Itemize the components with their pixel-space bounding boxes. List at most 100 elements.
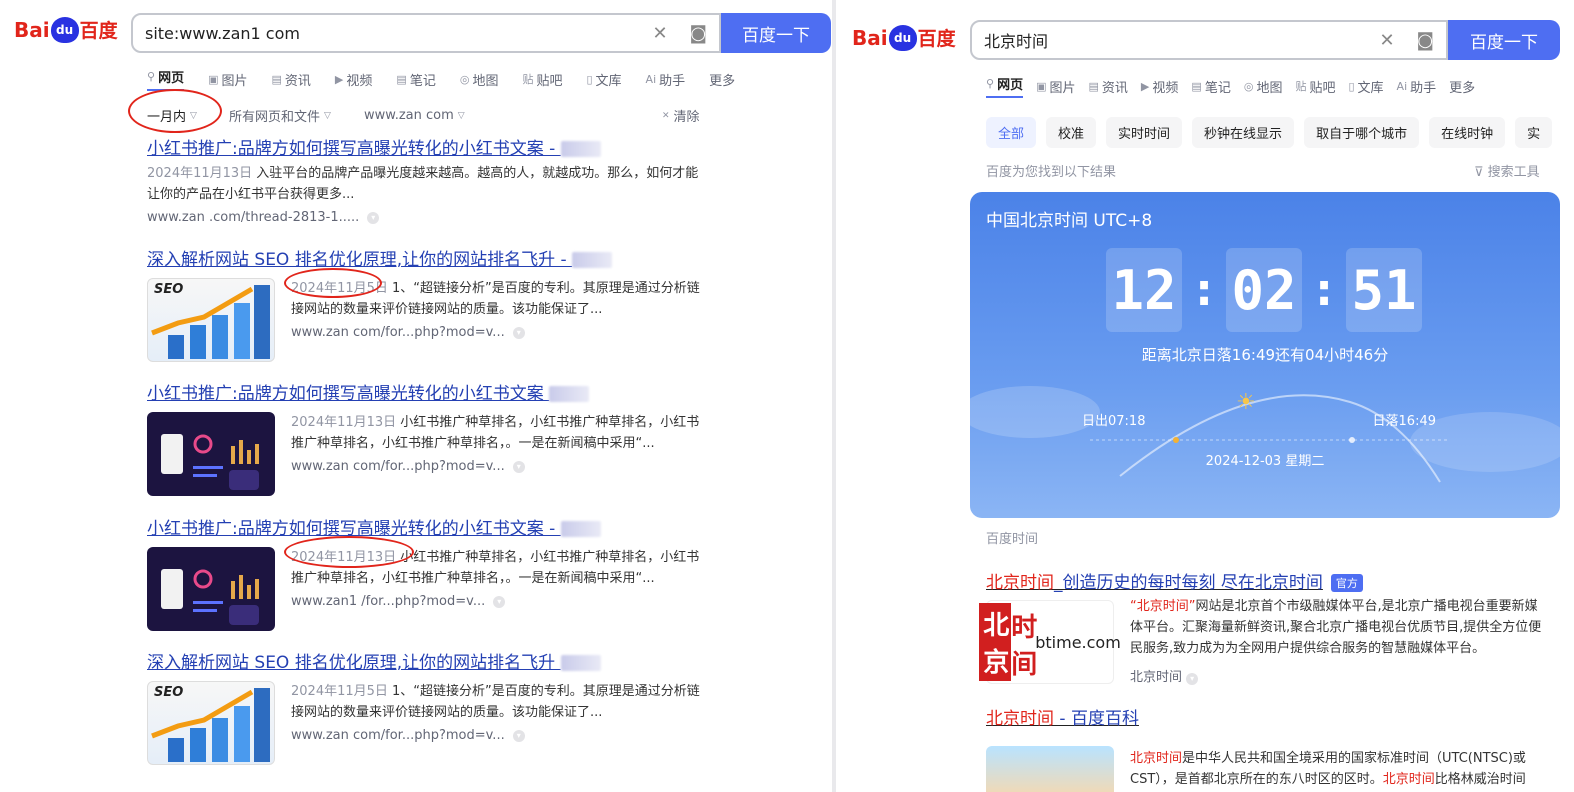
- blurred-text: [560, 141, 601, 157]
- sun-icon: ☀: [1236, 390, 1256, 415]
- clock-hours: 12: [1106, 248, 1182, 332]
- result-url[interactable]: www.zan com/for...php?mod=v... ▾: [291, 459, 707, 474]
- ai-icon: Ai: [1396, 79, 1408, 93]
- search-result: 深入解析网站 SEO 排名优化原理,让你的网站排名飞升 SEO 2024年11月…: [147, 648, 707, 765]
- sunset-time: 日落16:49: [1372, 414, 1436, 429]
- tab-web[interactable]: ⚲ 网页: [986, 74, 1024, 98]
- tab-images[interactable]: ▣ 图片: [208, 67, 247, 91]
- pill-online-clock[interactable]: 在线时钟: [1429, 117, 1506, 148]
- baike-thumbnail[interactable]: [986, 746, 1114, 792]
- search-result: 小红书推广:品牌方如何撰写高曝光转化的小红书文案 - 2024年11月13日 入…: [147, 134, 707, 225]
- tab-video[interactable]: ▶ 视频: [335, 67, 372, 91]
- result-url[interactable]: www.zan .com/thread-2813-1..... ▾: [147, 210, 707, 225]
- result-site[interactable]: 北京时间 ▾: [1130, 666, 1199, 685]
- sunrise-time: 日出07:18: [1082, 414, 1146, 429]
- result-title[interactable]: 深入解析网站 SEO 排名优化原理,让你的网站排名飞升: [147, 648, 707, 673]
- pill-more[interactable]: 实: [1515, 117, 1553, 148]
- chevron-down-icon[interactable]: ▾: [367, 211, 380, 224]
- chevron-down-icon[interactable]: ▾: [1186, 673, 1199, 685]
- chevron-down-icon[interactable]: ▾: [512, 729, 525, 742]
- result-title[interactable]: 小红书推广:品牌方如何撰写高曝光转化的小红书文案 -: [147, 134, 707, 159]
- clock-title: 中国北京时间 UTC+8: [986, 211, 1153, 231]
- result-title[interactable]: 北京时间 - 百度百科: [986, 704, 1139, 729]
- tab-notes[interactable]: ▤ 笔记: [396, 67, 435, 91]
- btime-logo[interactable]: 北京 时间 btime.com: [979, 600, 1121, 684]
- paw-icon: du: [888, 24, 917, 51]
- chevron-down-icon[interactable]: ▾: [512, 326, 525, 339]
- result-abstract: 2024年11月13日 小红书推广种草排名，小红书推广种草排名，小红书推广种草排…: [291, 415, 700, 451]
- map-icon: ◎: [1243, 79, 1254, 93]
- camera-icon[interactable]: ◙: [1417, 30, 1434, 51]
- annotation-circle: [128, 89, 222, 133]
- pill-city[interactable]: 取自于哪个城市: [1304, 117, 1420, 148]
- pill-calibrate[interactable]: 校准: [1046, 117, 1097, 148]
- search-button[interactable]: 百度一下: [721, 13, 831, 53]
- tieba-icon: 贴: [1295, 80, 1307, 93]
- tab-assistant[interactable]: Ai 助手: [1397, 74, 1437, 98]
- tab-wenku[interactable]: ▯ 文库: [586, 67, 621, 91]
- tab-notes[interactable]: ▤ 笔记: [1191, 74, 1230, 98]
- result-url[interactable]: www.zan1 /for...php?mod=v... ▾: [291, 594, 707, 609]
- search-input[interactable]: 北京时间 ✕ ◙: [970, 20, 1448, 60]
- search-tools-button[interactable]: ⊽ 搜索工具: [1474, 161, 1540, 180]
- search-button[interactable]: 百度一下: [1448, 20, 1560, 60]
- blurred-text: [572, 252, 613, 268]
- result-title[interactable]: 北京时间_创造历史的每时每刻 尽在北京时间 官方: [986, 568, 1363, 593]
- chevron-down-icon[interactable]: ▾: [512, 460, 525, 473]
- tab-news[interactable]: ▤ 资讯: [1089, 74, 1128, 98]
- blurred-text: [560, 655, 601, 671]
- search-tabs: ⚲ 网页 ▣ 图片 ▤ 资讯 ▶ 视频 ▤ 笔记 ◎ 地图 贴贴吧 ▯ 文库 Ai 助手 更多: [147, 67, 735, 91]
- clear-filter-button[interactable]: ✕ 清除: [662, 106, 700, 125]
- paw-icon: du: [50, 16, 79, 43]
- filter-icon: ⊽: [1474, 165, 1488, 180]
- tab-more[interactable]: 更多: [709, 67, 735, 91]
- tab-video[interactable]: ▶ 视频: [1141, 74, 1178, 98]
- baidu-logo[interactable]: Bai du 百度: [852, 24, 956, 51]
- pill-realtime[interactable]: 实时时间: [1106, 117, 1183, 148]
- tab-more[interactable]: 更多: [1449, 74, 1475, 98]
- left-browser-pane: Bai du 百度 site:www.zan1 com ✕ ◙ 百度一下 ⚲ 网页…: [0, 0, 832, 792]
- close-icon[interactable]: ✕: [1379, 30, 1394, 51]
- tab-tieba[interactable]: 贴贴吧: [522, 67, 562, 91]
- pill-all[interactable]: 全部: [986, 117, 1037, 148]
- result-url[interactable]: www.zan com/for...php?mod=v... ▾: [291, 325, 707, 340]
- seo-thumbnail[interactable]: SEO: [147, 278, 275, 362]
- search-input[interactable]: site:www.zan1 com ✕ ◙: [131, 13, 721, 53]
- card-source[interactable]: 百度时间: [986, 528, 1038, 547]
- related-pills: 全部 校准 实时时间 秒钟在线显示 取自于哪个城市 在线时钟 实: [986, 117, 1553, 148]
- result-title[interactable]: 小红书推广:品牌方如何撰写高曝光转化的小红书文案 -: [147, 514, 707, 539]
- camera-icon[interactable]: ◙: [690, 23, 707, 44]
- doc-icon: ▯: [1348, 79, 1355, 93]
- tab-news[interactable]: ▤ 资讯: [272, 67, 311, 91]
- seo-thumbnail[interactable]: SEO: [147, 681, 275, 765]
- result-title[interactable]: 深入解析网站 SEO 排名优化原理,让你的网站排名飞升 -: [147, 245, 707, 270]
- result-url[interactable]: www.zan com/for...php?mod=v... ▾: [291, 728, 707, 743]
- digital-clock: 12 : 02 : 51: [1106, 248, 1422, 332]
- tab-web[interactable]: ⚲ 网页: [147, 67, 185, 91]
- tab-assistant[interactable]: Ai 助手: [646, 67, 686, 91]
- result-count: 百度为您找到以下结果: [986, 165, 1117, 180]
- pill-seconds[interactable]: 秒钟在线显示: [1192, 117, 1295, 148]
- blurred-text: [560, 521, 601, 537]
- type-filter[interactable]: 所有网页和文件 ▽: [229, 106, 364, 125]
- result-title[interactable]: 小红书推广:品牌方如何撰写高曝光转化的小红书文案: [147, 379, 707, 404]
- tab-images[interactable]: ▣ 图片: [1036, 74, 1075, 98]
- baidu-logo[interactable]: Bai du 百度: [14, 16, 118, 43]
- right-browser-pane: Bai du 百度 北京时间 ✕ ◙ 百度一下 ⚲ 网页 ▣ 图片 ▤ 资讯 ▶ 视频 …: [836, 0, 1574, 792]
- tab-wenku[interactable]: ▯ 文库: [1348, 74, 1383, 98]
- tieba-icon: 贴: [522, 73, 534, 86]
- site-filter[interactable]: www.zan com ▽: [364, 106, 662, 125]
- result-abstract: “北京时间”网站是北京首个市级融媒体平台,是北京广播电视台重要新媒体平台。汇聚海…: [1130, 599, 1542, 656]
- image-icon: ▣: [1036, 79, 1047, 93]
- xhs-thumbnail[interactable]: [147, 547, 275, 631]
- news-icon: ▤: [1088, 79, 1099, 93]
- news-icon: ▤: [271, 72, 282, 86]
- xhs-infographic-image: [161, 569, 259, 625]
- tab-map[interactable]: ◎ 地图: [460, 67, 499, 91]
- tab-tieba[interactable]: 贴贴吧: [1295, 74, 1335, 98]
- chevron-down-icon[interactable]: ▾: [493, 595, 506, 608]
- tab-map[interactable]: ◎ 地图: [1244, 74, 1283, 98]
- close-icon[interactable]: ✕: [652, 23, 667, 44]
- search-icon: ⚲: [147, 70, 156, 83]
- xhs-thumbnail[interactable]: [147, 412, 275, 496]
